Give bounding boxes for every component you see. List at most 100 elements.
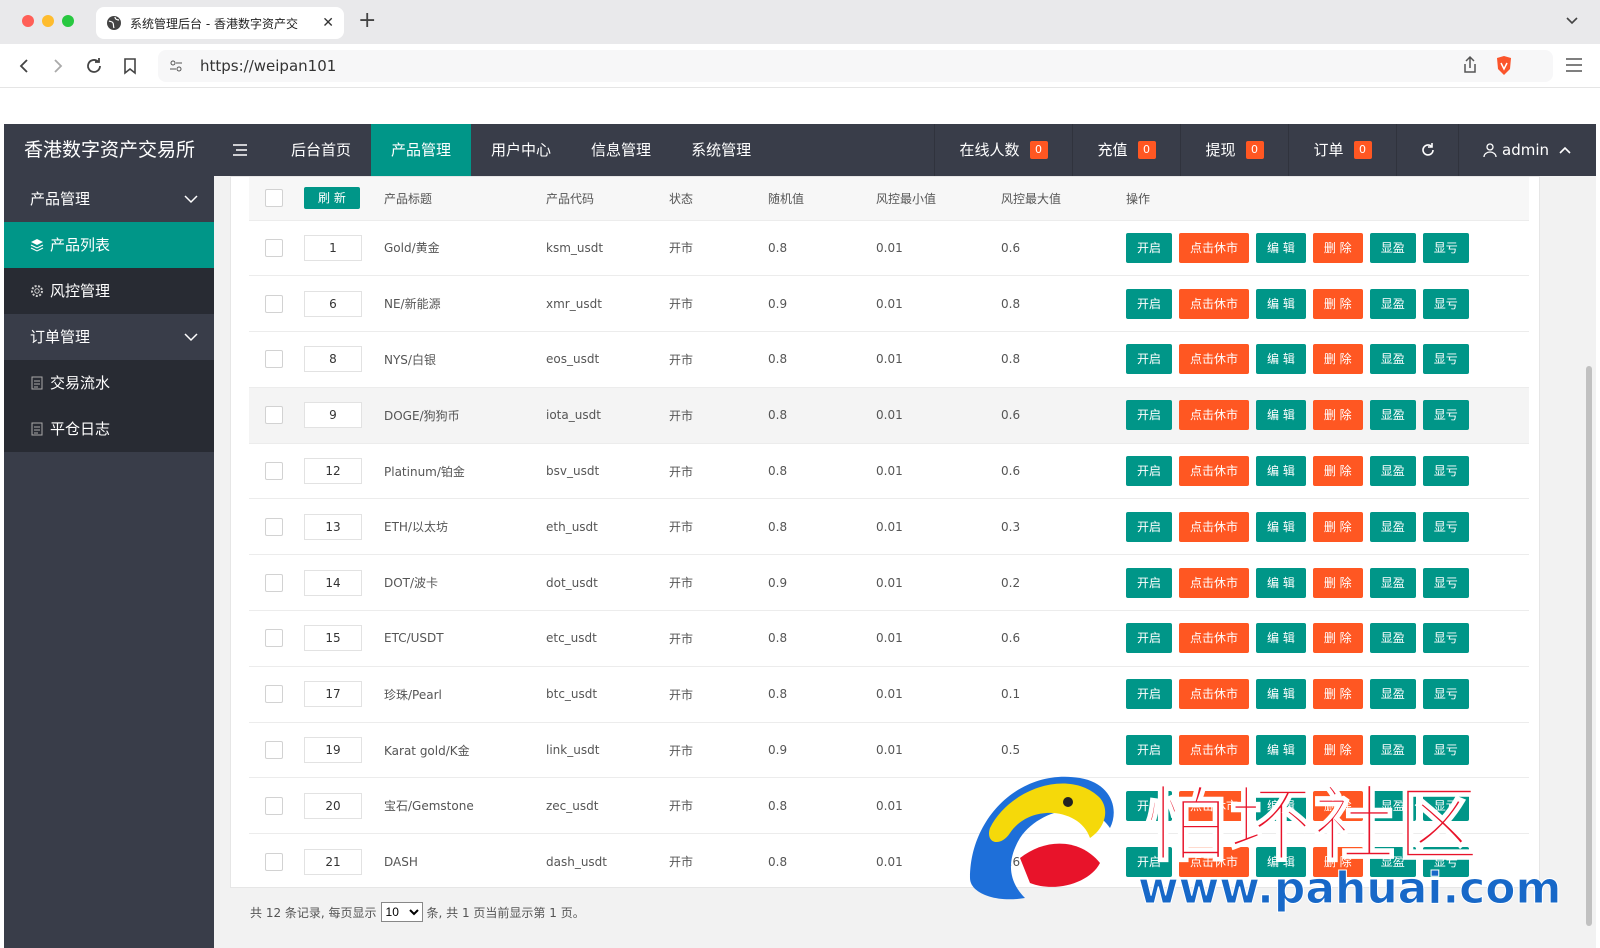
- sort-order-input[interactable]: 19: [304, 737, 362, 764]
- action-button-0[interactable]: 开启: [1126, 623, 1173, 654]
- new-tab-icon[interactable]: +: [358, 9, 376, 33]
- row-checkbox[interactable]: [265, 462, 283, 481]
- row-checkbox[interactable]: [265, 350, 283, 369]
- action-button-5[interactable]: 显亏: [1422, 511, 1469, 542]
- row-checkbox[interactable]: [265, 852, 283, 871]
- action-button-0[interactable]: 开启: [1126, 846, 1173, 877]
- sort-order-input[interactable]: 9: [304, 402, 362, 429]
- bookmark-icon[interactable]: [120, 56, 140, 76]
- action-button-5[interactable]: 显亏: [1422, 400, 1469, 431]
- action-button-3[interactable]: 删 除: [1312, 288, 1363, 319]
- action-button-2[interactable]: 编 辑: [1256, 623, 1306, 654]
- sidebar-group-products[interactable]: 产品管理: [4, 176, 214, 222]
- window-zoom-dot[interactable]: [62, 15, 74, 27]
- action-button-3[interactable]: 删 除: [1312, 679, 1363, 710]
- action-button-3[interactable]: 删 除: [1312, 567, 1363, 598]
- online-users-stat[interactable]: 在线人数 0: [934, 124, 1072, 176]
- tab-close-icon[interactable]: ✕: [322, 15, 334, 31]
- sort-order-input[interactable]: 6: [304, 290, 362, 317]
- withdraw-stat[interactable]: 提现 0: [1180, 124, 1288, 176]
- sort-order-input[interactable]: 20: [304, 792, 362, 819]
- action-button-1[interactable]: 点击休市: [1179, 232, 1250, 263]
- action-button-4[interactable]: 显盈: [1369, 735, 1416, 766]
- action-button-1[interactable]: 点击休市: [1179, 790, 1250, 821]
- action-button-3[interactable]: 删 除: [1312, 232, 1363, 263]
- forward-icon[interactable]: [48, 56, 68, 76]
- action-button-2[interactable]: 编 辑: [1256, 456, 1306, 487]
- action-button-2[interactable]: 编 辑: [1256, 567, 1306, 598]
- action-button-5[interactable]: 显亏: [1422, 790, 1469, 821]
- sidebar-group-orders[interactable]: 订单管理: [4, 314, 214, 360]
- action-button-0[interactable]: 开启: [1126, 567, 1173, 598]
- select-all-checkbox[interactable]: [265, 189, 283, 208]
- reload-icon[interactable]: [84, 56, 104, 76]
- top-nav-products[interactable]: 产品管理: [371, 124, 472, 176]
- action-button-5[interactable]: 显亏: [1422, 679, 1469, 710]
- action-button-3[interactable]: 删 除: [1312, 511, 1363, 542]
- action-button-0[interactable]: 开启: [1126, 790, 1173, 821]
- refresh-button[interactable]: [1396, 124, 1458, 176]
- action-button-4[interactable]: 显盈: [1369, 679, 1416, 710]
- action-button-4[interactable]: 显盈: [1369, 232, 1416, 263]
- action-button-5[interactable]: 显亏: [1422, 567, 1469, 598]
- sort-order-input[interactable]: 21: [304, 848, 362, 875]
- site-settings-icon[interactable]: [168, 58, 184, 74]
- page-size-select[interactable]: 10: [380, 902, 423, 922]
- browser-tab[interactable]: 系统管理后台 - 香港数字资产交 ✕: [96, 7, 344, 39]
- action-button-4[interactable]: 显盈: [1369, 790, 1416, 821]
- row-checkbox[interactable]: [265, 629, 283, 648]
- action-button-3[interactable]: 删 除: [1312, 456, 1363, 487]
- action-button-5[interactable]: 显亏: [1422, 623, 1469, 654]
- top-nav-system[interactable]: 系统管理: [671, 124, 771, 176]
- action-button-2[interactable]: 编 辑: [1256, 679, 1306, 710]
- sidebar-item-transactions[interactable]: 交易流水: [4, 360, 214, 406]
- window-minimize-dot[interactable]: [42, 15, 54, 27]
- brand-logo[interactable]: 香港数字资产交易所: [4, 124, 214, 176]
- menu-toggle-icon[interactable]: [232, 143, 248, 157]
- orders-stat[interactable]: 订单 0: [1288, 124, 1396, 176]
- action-button-4[interactable]: 显盈: [1369, 456, 1416, 487]
- action-button-1[interactable]: 点击休市: [1179, 511, 1250, 542]
- action-button-3[interactable]: 删 除: [1312, 623, 1363, 654]
- sort-order-input[interactable]: 17: [304, 681, 362, 708]
- action-button-4[interactable]: 显盈: [1369, 511, 1416, 542]
- recharge-stat[interactable]: 充值 0: [1072, 124, 1180, 176]
- action-button-5[interactable]: 显亏: [1422, 735, 1469, 766]
- action-button-5[interactable]: 显亏: [1422, 846, 1469, 877]
- row-checkbox[interactable]: [265, 796, 283, 815]
- sidebar-item-risk-control[interactable]: 风控管理: [4, 268, 214, 314]
- action-button-4[interactable]: 显盈: [1369, 567, 1416, 598]
- action-button-2[interactable]: 编 辑: [1256, 232, 1306, 263]
- action-button-3[interactable]: 删 除: [1312, 846, 1363, 877]
- action-button-1[interactable]: 点击休市: [1179, 456, 1250, 487]
- action-button-3[interactable]: 删 除: [1312, 400, 1363, 431]
- sort-order-input[interactable]: 14: [304, 569, 362, 596]
- action-button-3[interactable]: 删 除: [1312, 344, 1363, 375]
- action-button-5[interactable]: 显亏: [1422, 288, 1469, 319]
- action-button-0[interactable]: 开启: [1126, 511, 1173, 542]
- action-button-2[interactable]: 编 辑: [1256, 511, 1306, 542]
- url-field[interactable]: https://weipan101: [158, 50, 1553, 82]
- top-nav-info[interactable]: 信息管理: [571, 124, 671, 176]
- action-button-4[interactable]: 显盈: [1369, 846, 1416, 877]
- table-refresh-button[interactable]: 刷 新: [304, 187, 360, 210]
- action-button-1[interactable]: 点击休市: [1179, 735, 1250, 766]
- sort-order-input[interactable]: 12: [304, 458, 362, 485]
- action-button-4[interactable]: 显盈: [1369, 623, 1416, 654]
- row-checkbox[interactable]: [265, 685, 283, 704]
- action-button-1[interactable]: 点击休市: [1179, 846, 1250, 877]
- action-button-5[interactable]: 显亏: [1422, 344, 1469, 375]
- action-button-2[interactable]: 编 辑: [1256, 735, 1306, 766]
- top-nav-home[interactable]: 后台首页: [271, 124, 371, 176]
- sidebar-item-close-log[interactable]: 平仓日志: [4, 406, 214, 452]
- vertical-scrollbar[interactable]: [1586, 366, 1592, 926]
- action-button-0[interactable]: 开启: [1126, 456, 1173, 487]
- row-checkbox[interactable]: [265, 238, 283, 257]
- top-nav-users[interactable]: 用户中心: [471, 124, 571, 176]
- sort-order-input[interactable]: 1: [304, 234, 362, 261]
- action-button-2[interactable]: 编 辑: [1256, 288, 1306, 319]
- action-button-1[interactable]: 点击休市: [1179, 288, 1250, 319]
- action-button-2[interactable]: 编 辑: [1256, 344, 1306, 375]
- sort-order-input[interactable]: 15: [304, 625, 362, 652]
- row-checkbox[interactable]: [265, 517, 283, 536]
